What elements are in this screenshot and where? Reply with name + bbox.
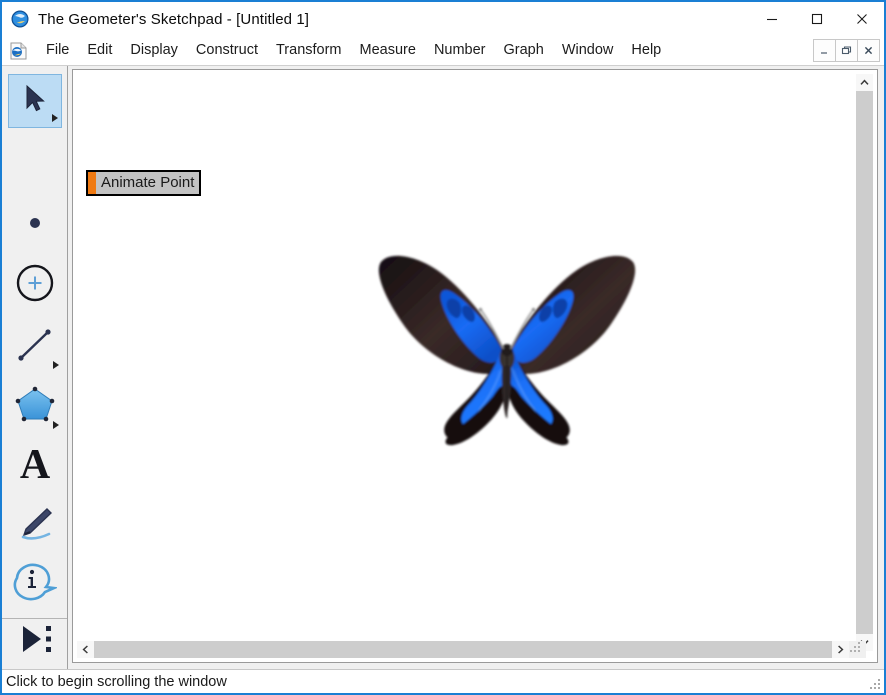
minimize-button[interactable] [749,2,794,36]
scroll-left-button[interactable] [77,641,94,658]
sketchpad-globe-icon [11,10,29,28]
vertical-scroll-thumb[interactable] [856,91,873,634]
tool-flyout-arrow[interactable] [53,421,59,429]
menu-item-help[interactable]: Help [622,40,670,61]
menu-bar: File Edit Display Construct Transform Me… [2,36,884,66]
tool-arrow-select[interactable] [8,74,62,128]
play-dots-icon [13,622,57,661]
segment-icon [14,325,56,370]
menu-item-number[interactable]: Number [425,40,495,61]
tool-custom[interactable] [8,614,62,668]
scroll-up-icon [860,79,869,85]
title-bar: The Geometer's Sketchpad - [Untitled 1] [2,2,884,36]
menu-item-window[interactable]: Window [553,40,623,61]
document-icon[interactable] [10,42,27,60]
pen-marker-icon [14,503,56,548]
document-restore-button[interactable] [835,39,858,62]
document-client-border: Animate Point [72,69,878,663]
window-title: The Geometer's Sketchpad - [Untitled 1] [38,10,310,28]
tool-text[interactable]: A [8,438,62,492]
animate-point-button[interactable]: Animate Point [86,170,202,196]
letter-a-icon: A [19,442,51,488]
pentagon-icon [13,384,57,431]
scrollbar-corner [849,641,866,658]
resize-grip-icon[interactable] [869,678,882,691]
scroll-right-button[interactable] [832,641,849,658]
tool-point[interactable] [8,198,62,252]
application-window: The Geometer's Sketchpad - [Untitled 1] [0,0,886,695]
window-controls [749,2,884,36]
menu-item-file[interactable]: File [37,40,78,61]
tool-compass[interactable] [8,258,62,312]
menu-item-graph[interactable]: Graph [495,40,553,61]
sketch-canvas[interactable]: Animate Point [77,74,866,651]
close-button[interactable] [839,2,884,36]
horizontal-scroll-thumb[interactable] [94,641,832,658]
animate-point-label: Animate Point [96,172,200,194]
tool-marker[interactable] [8,498,62,552]
document-minimize-button[interactable] [813,39,836,62]
document-window: Animate Point [69,66,884,669]
document-close-button[interactable] [857,39,880,62]
tool-flyout-arrow[interactable] [53,361,59,369]
tool-polygon[interactable] [8,380,62,434]
document-horizontal-scrollbar[interactable] [77,641,866,658]
document-resize-grip-icon [850,642,860,652]
maximize-button[interactable] [794,2,839,36]
menu-item-construct[interactable]: Construct [187,40,267,61]
document-window-controls [813,39,880,62]
butterfly-image[interactable] [367,246,647,456]
status-bar: Click to begin scrolling the window [2,669,884,693]
tool-straightedge[interactable] [8,320,62,374]
menu-item-measure[interactable]: Measure [351,40,425,61]
tool-information[interactable] [8,556,62,610]
tool-flyout-arrow[interactable] [52,114,58,122]
tool-palette: A [2,66,68,669]
circle-plus-icon [14,262,56,309]
palette-separator [2,618,67,619]
point-icon [26,214,44,237]
scroll-right-icon [838,645,844,654]
status-message: Click to begin scrolling the window [6,673,227,690]
menu-item-edit[interactable]: Edit [78,40,121,61]
info-bubble-icon [13,561,59,606]
menu-item-transform[interactable]: Transform [267,40,351,61]
menu-item-display[interactable]: Display [121,40,187,61]
arrow-cursor-icon [20,83,50,120]
main-area: A Animate Point [2,66,884,669]
document-vertical-scrollbar[interactable] [856,74,873,651]
animate-point-color-bar [88,172,96,194]
scroll-up-button[interactable] [856,74,873,91]
scroll-left-icon [82,645,88,654]
